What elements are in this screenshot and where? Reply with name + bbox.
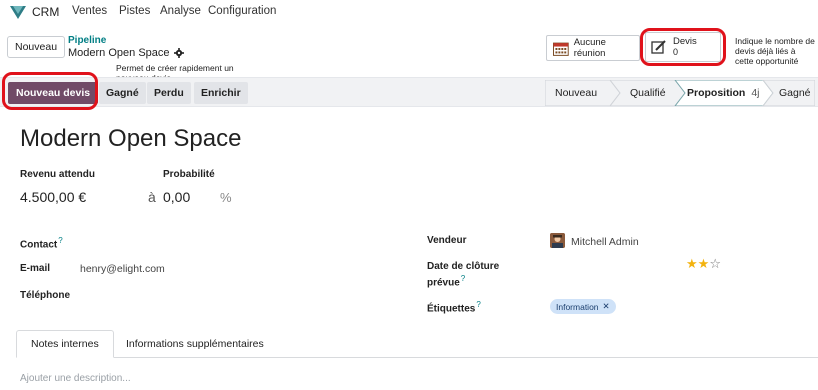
top-navbar: CRM Ventes Pistes Analyse Configuration [0,0,818,26]
star-empty-icon[interactable]: ☆ [709,256,721,271]
enrich-button[interactable]: Enrichir [194,82,248,104]
stage-label: Qualifié [630,87,666,99]
expected-revenue-label: Revenu attendu [20,169,96,180]
mark-won-button[interactable]: Gagné [99,82,146,104]
meetings-smart-button[interactable]: Aucune réunion [546,35,640,61]
menu-ventes[interactable]: Ventes [72,5,107,17]
devis-callout: Indique le nombre de devis déjà liés à c… [735,36,815,66]
calendar-icon [553,42,569,56]
description-input[interactable]: Ajouter une description... [20,373,131,384]
star-filled-icon[interactable]: ★ [686,256,698,271]
priority-stars: ★★☆ [686,256,721,272]
star-filled-icon[interactable]: ★ [698,256,710,271]
stage-label: Nouveau [555,87,598,99]
closing-date-label-2-text: prévue [427,277,460,289]
stage-nouveau[interactable]: Nouveau [555,80,597,106]
devis-highlight [640,28,726,66]
tag-information: Information ✕ [550,299,616,314]
email-label: E-mail [20,263,51,274]
opportunity-title[interactable]: Modern Open Space [20,125,241,153]
stage-label: Proposition [687,87,746,99]
closing-date-label-2: prévue? [427,274,465,288]
probability-label: Probabilité [163,169,215,180]
tab-informations-supplementaires[interactable]: Informations supplémentaires [112,330,278,358]
crm-logo-icon[interactable] [10,6,26,20]
stage-gagne[interactable]: Gagné [779,80,811,106]
closing-date-label: Date de clôture [427,261,500,272]
probability-prefix: à [148,189,156,205]
stage-days: 4j [751,87,760,99]
mark-lost-button[interactable]: Perdu [147,82,191,104]
stage-label: Gagné [779,87,811,99]
menu-pistes[interactable]: Pistes [119,5,150,17]
menu-configuration[interactable]: Configuration [208,5,276,17]
breadcrumb-current: Modern Open Space [68,47,184,59]
menu-analyse[interactable]: Analyse [160,5,201,17]
stage-qualifie[interactable]: Qualifié [630,80,666,106]
meetings-label: Aucune réunion [573,37,606,59]
tab-notes-internes[interactable]: Notes internes [16,330,114,358]
app-name[interactable]: CRM [32,5,59,19]
expected-revenue-value[interactable]: 4.500,00 € [20,189,86,205]
help-icon[interactable]: ? [461,274,465,283]
new-record-button[interactable]: Nouveau [7,36,66,58]
phone-label: Téléphone [20,290,71,301]
salesperson-label: Vendeur [427,235,467,246]
tag-label: Information [556,301,599,312]
status-row: Nouveau devis Gagné Perdu Enrichir Nouve… [0,77,818,107]
contact-label: Contact? [20,236,63,250]
help-icon[interactable]: ? [476,300,480,309]
close-icon[interactable]: ✕ [603,301,610,312]
stage-pipeline: Nouveau Qualifié Proposition 4j Gagné [545,80,815,106]
new-quote-highlight [2,72,98,110]
contact-label-text: Contact [20,239,58,251]
notebook-tabs: Notes internes Informations supplémentai… [16,330,818,358]
tags-label-text: Étiquettes [427,303,476,315]
breadcrumb-current-label: Modern Open Space [68,47,170,59]
tags-label: Étiquettes? [427,300,481,314]
avatar [550,233,565,248]
probability-value[interactable]: 0,00 [163,189,190,205]
help-icon[interactable]: ? [58,236,62,245]
stage-proposition[interactable]: Proposition 4j [687,80,760,106]
breadcrumb-pipeline[interactable]: Pipeline [68,35,106,46]
email-value[interactable]: henry@elight.com [80,263,165,275]
gear-icon[interactable] [173,48,184,58]
salesperson-value[interactable]: Mitchell Admin [571,236,639,248]
probability-unit: % [220,190,232,205]
